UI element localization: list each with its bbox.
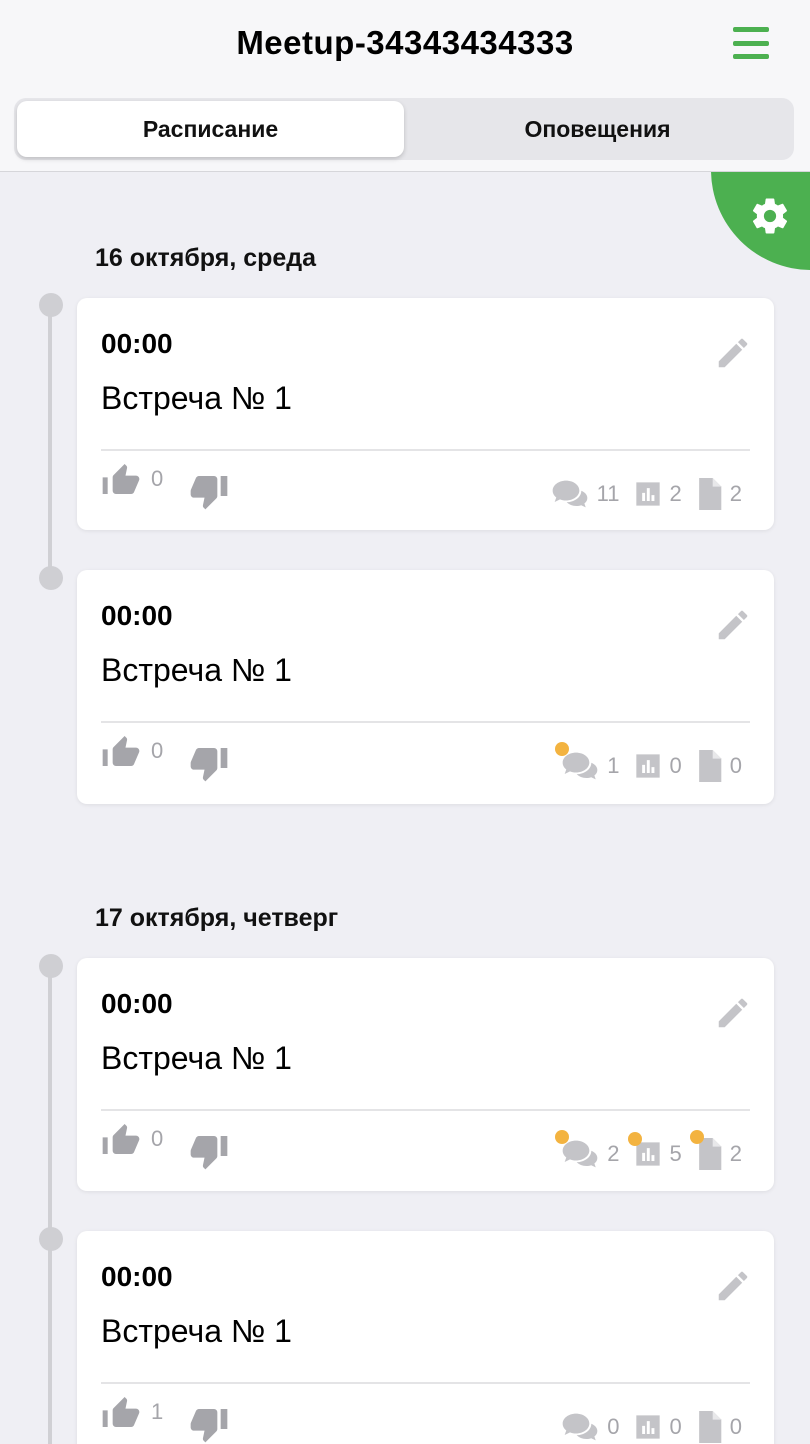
polls-stat[interactable]: 5 xyxy=(627,1132,682,1168)
files-stat[interactable]: 2 xyxy=(696,478,742,510)
comments-icon xyxy=(562,1413,598,1441)
poll-chart-icon xyxy=(635,754,660,778)
comments-count: 1 xyxy=(607,753,620,778)
event-title: Встреча № 1 xyxy=(101,380,292,416)
polls-stat[interactable]: 0 xyxy=(634,752,682,780)
file-icon xyxy=(698,1411,722,1443)
comments-count: 2 xyxy=(607,1141,620,1166)
comments-count: 0 xyxy=(607,1414,620,1439)
polls-stat[interactable]: 0 xyxy=(634,1413,682,1441)
day-header: 16 октября, среда xyxy=(95,244,317,272)
poll-chart-icon xyxy=(635,1415,660,1439)
comments-icon xyxy=(562,1140,598,1168)
thumbs-up-icon xyxy=(102,736,140,766)
card-divider xyxy=(101,721,750,723)
files-count: 2 xyxy=(729,1141,742,1166)
timeline-dot xyxy=(39,566,63,590)
thumbs-up-icon xyxy=(102,1397,140,1427)
app-header: Meetup-34343434333 Расписание Оповещения xyxy=(0,0,810,172)
event-title: Встреча № 1 xyxy=(101,1313,292,1349)
edit-icon[interactable] xyxy=(714,606,752,644)
dislike-button[interactable] xyxy=(189,742,229,784)
file-icon xyxy=(698,478,722,510)
event-title: Встреча № 1 xyxy=(101,1040,292,1076)
files-count: 0 xyxy=(729,1414,742,1439)
edit-icon[interactable] xyxy=(714,1267,752,1305)
thumbs-up-icon xyxy=(102,1124,140,1154)
new-polls-dot xyxy=(627,1132,642,1146)
tab-notifications[interactable]: Оповещения xyxy=(404,101,791,157)
like-count: 1 xyxy=(151,1399,164,1424)
files-count: 0 xyxy=(729,753,742,778)
like-count: 0 xyxy=(151,466,164,491)
tab-schedule[interactable]: Расписание xyxy=(17,101,404,157)
like-button[interactable]: 0 xyxy=(101,730,163,772)
edit-icon[interactable] xyxy=(714,994,752,1032)
comments-stat[interactable]: 11 xyxy=(551,478,620,510)
like-button[interactable]: 1 xyxy=(101,1391,163,1433)
thumbs-down-icon xyxy=(190,476,228,510)
timeline-line xyxy=(48,305,52,580)
dislike-button[interactable] xyxy=(189,470,229,512)
gear-icon xyxy=(752,198,788,234)
timeline-dot xyxy=(39,1227,63,1251)
event-time: 00:00 xyxy=(101,1261,173,1292)
comments-stat[interactable]: 2 xyxy=(555,1130,620,1170)
like-count: 0 xyxy=(151,1126,164,1151)
card-divider xyxy=(101,1109,750,1111)
poll-chart-icon xyxy=(635,482,660,506)
edit-icon[interactable] xyxy=(714,334,752,372)
polls-count: 5 xyxy=(669,1141,682,1166)
polls-stat[interactable]: 2 xyxy=(634,480,682,508)
thumbs-down-icon xyxy=(190,1409,228,1443)
timeline-dot xyxy=(39,954,63,978)
dislike-button[interactable] xyxy=(189,1130,229,1172)
like-button[interactable]: 0 xyxy=(101,1118,163,1160)
like-button[interactable]: 0 xyxy=(101,458,163,500)
event-time: 00:00 xyxy=(101,988,173,1019)
segmented-control: Расписание Оповещения xyxy=(14,98,794,160)
files-count: 2 xyxy=(729,481,742,506)
comments-count: 11 xyxy=(596,481,620,506)
timeline-dot xyxy=(39,293,63,317)
settings-button[interactable] xyxy=(711,172,810,270)
card-divider xyxy=(101,449,750,451)
thumbs-down-icon xyxy=(190,1136,228,1170)
event-time: 00:00 xyxy=(101,600,173,631)
polls-count: 2 xyxy=(669,481,682,506)
dislike-button[interactable] xyxy=(189,1403,229,1444)
hamburger-menu-icon[interactable] xyxy=(733,27,769,59)
thumbs-down-icon xyxy=(190,748,228,782)
comments-stat[interactable]: 1 xyxy=(555,742,620,782)
polls-count: 0 xyxy=(669,1414,682,1439)
event-card[interactable]: 00:00 Встреча № 1 0 1 0 0 xyxy=(77,570,774,804)
comments-icon xyxy=(562,752,598,780)
event-card[interactable]: 00:00 Встреча № 1 0 2 5 2 xyxy=(77,958,774,1191)
day-header: 17 октября, четверг xyxy=(95,904,339,932)
files-stat[interactable]: 0 xyxy=(696,1411,742,1443)
card-divider xyxy=(101,1382,750,1384)
thumbs-up-icon xyxy=(102,464,140,494)
polls-count: 0 xyxy=(669,753,682,778)
new-files-dot xyxy=(689,1130,704,1144)
timeline-line xyxy=(48,965,52,1444)
event-card[interactable]: 00:00 Встреча № 1 1 0 0 0 xyxy=(77,1231,774,1444)
files-stat[interactable]: 0 xyxy=(696,750,742,782)
comments-stat[interactable]: 0 xyxy=(561,1411,620,1443)
comments-icon xyxy=(552,480,587,508)
page-title: Meetup-34343434333 xyxy=(236,24,574,61)
like-count: 0 xyxy=(151,738,164,763)
files-stat[interactable]: 2 xyxy=(689,1130,742,1170)
event-title: Встреча № 1 xyxy=(101,652,292,688)
event-time: 00:00 xyxy=(101,328,173,359)
event-card[interactable]: 00:00 Встреча № 1 0 11 2 2 xyxy=(77,298,774,530)
file-icon xyxy=(698,750,722,782)
